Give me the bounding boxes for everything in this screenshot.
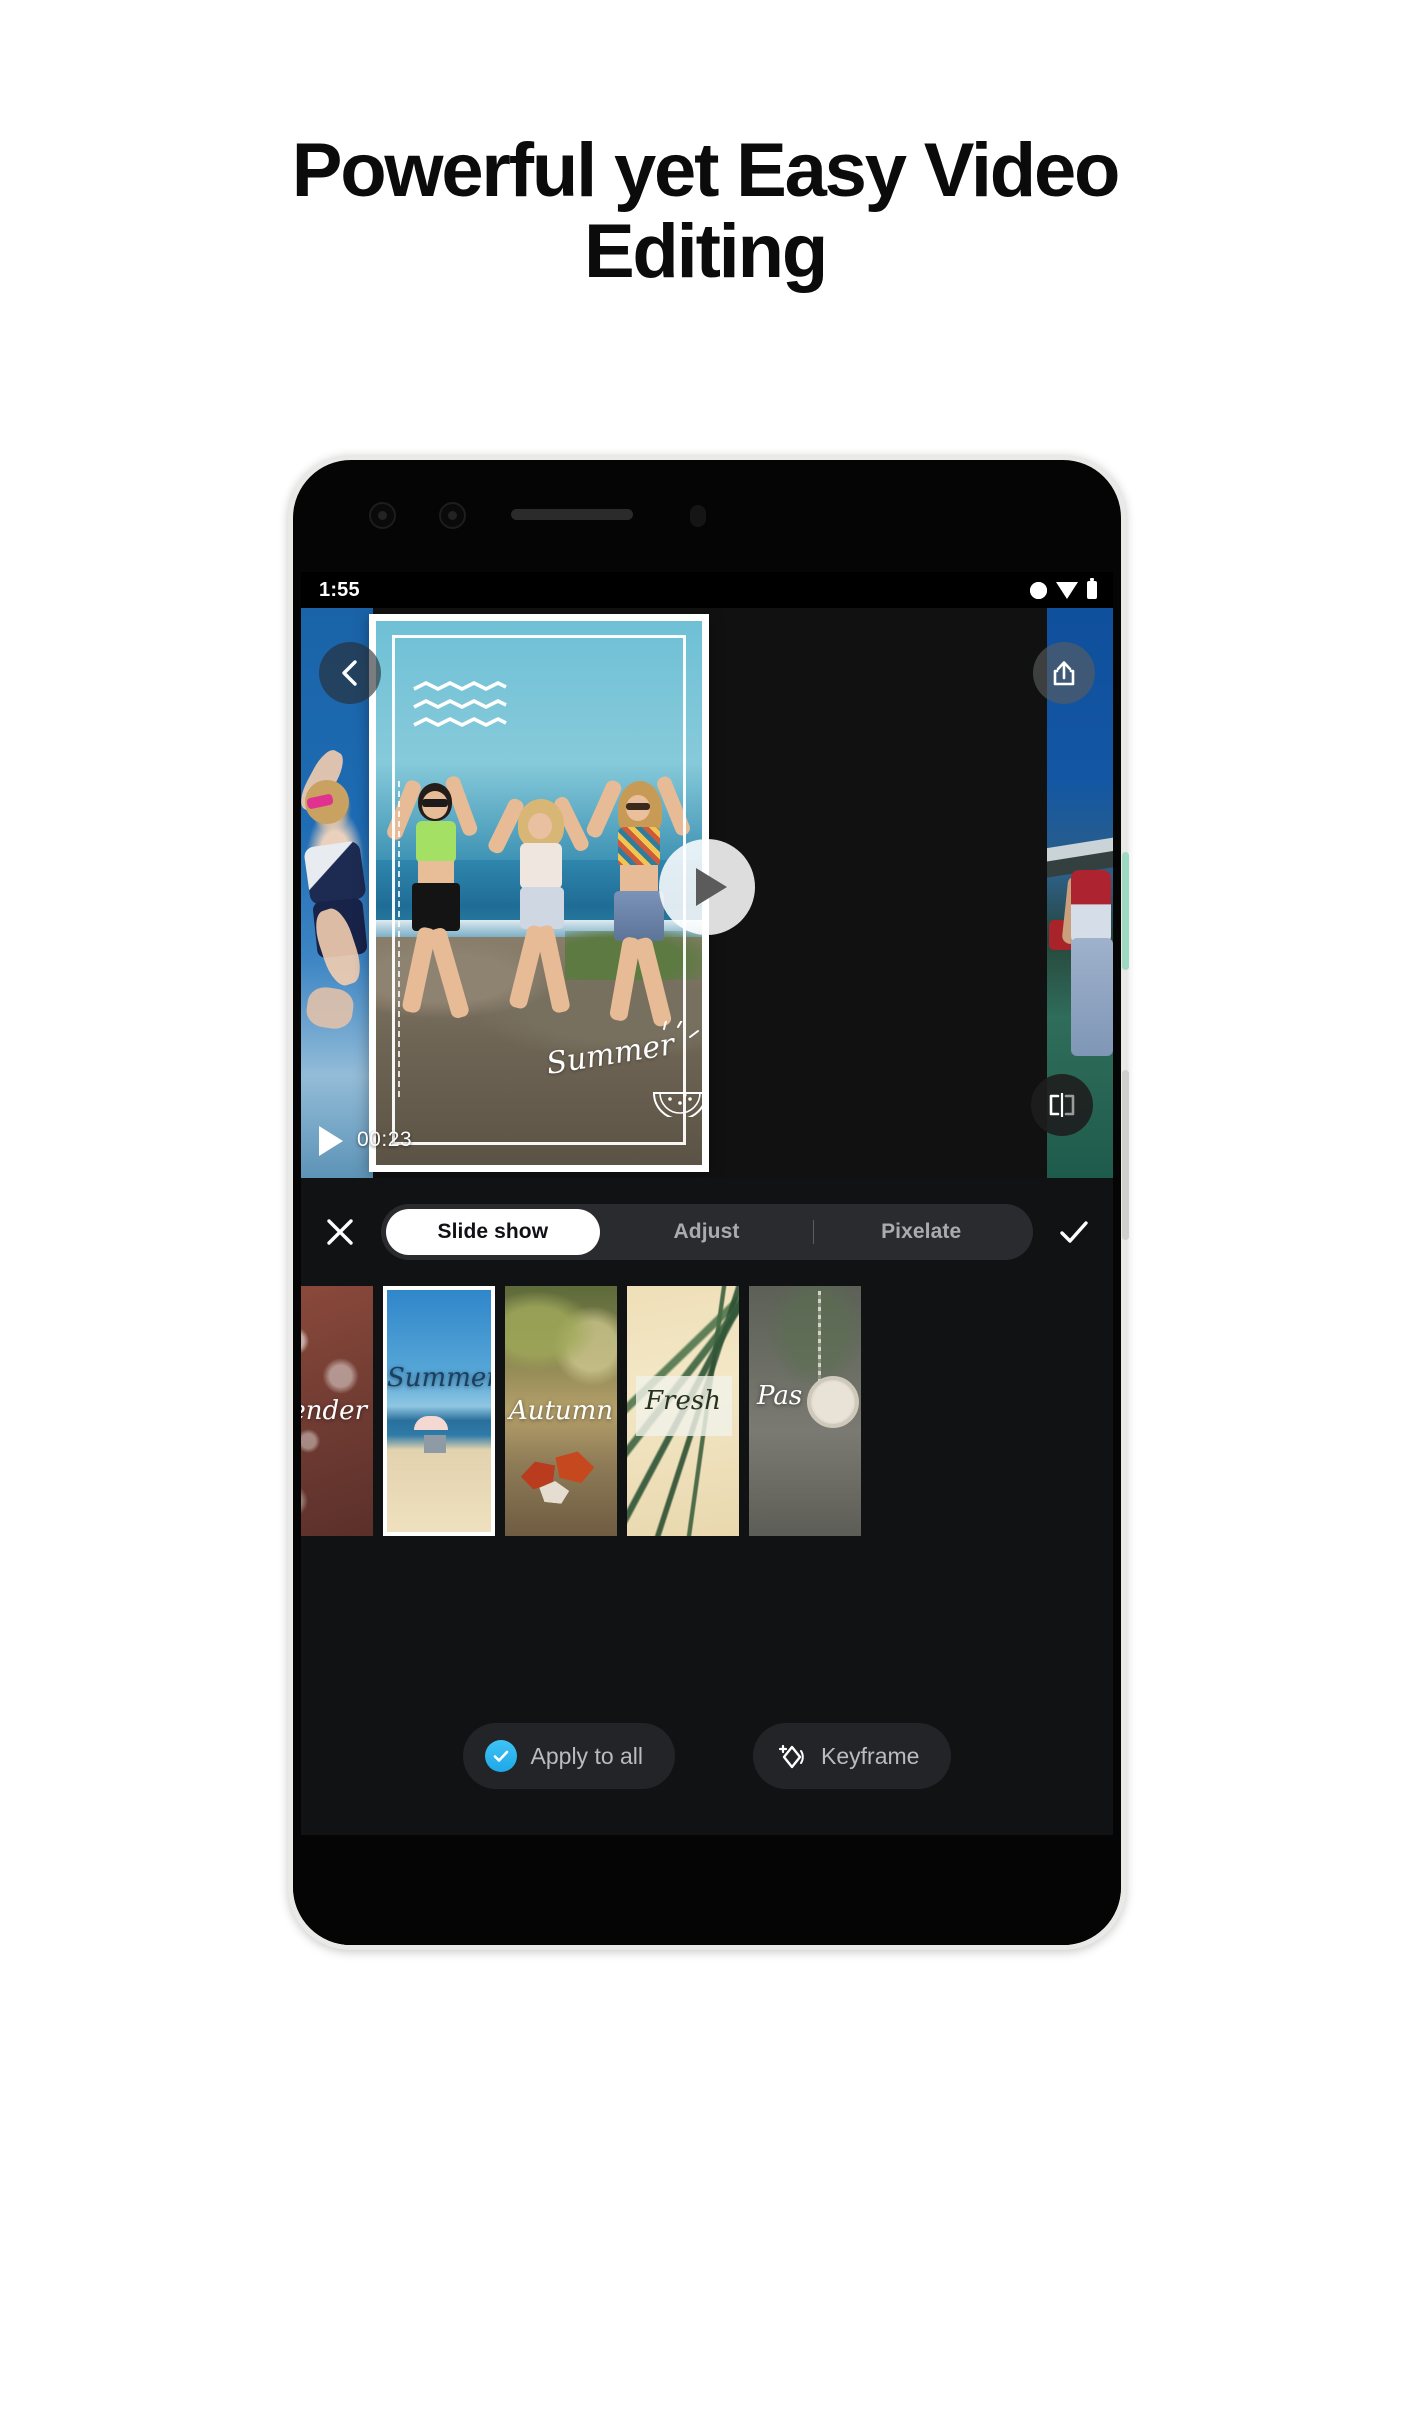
page-title: Powerful yet Easy Video Editing <box>0 130 1410 293</box>
keyframe-button[interactable]: Keyframe <box>753 1723 952 1789</box>
page-title-line-2: Editing <box>583 209 828 295</box>
thumbnail-tender-label: Tender <box>301 1396 367 1426</box>
thumbnail-summer-label: Summer <box>387 1362 495 1393</box>
thumbnail-autumn[interactable]: Autumn <box>505 1286 617 1536</box>
mini-play-button[interactable] <box>319 1126 343 1156</box>
share-button[interactable] <box>1033 642 1095 704</box>
tab-slide-show-label: Slide show <box>437 1220 549 1243</box>
keyframe-diamond-icon <box>775 1740 807 1772</box>
beach-umbrella-decor <box>413 1415 448 1430</box>
tab-adjust-label: Adjust <box>673 1220 740 1243</box>
template-guide-line <box>398 781 400 1097</box>
power-button[interactable] <box>1122 852 1129 970</box>
front-camera-secondary-icon <box>439 502 466 529</box>
editor-toolbar: Slide show Adjust Pixelate <box>301 1178 1113 1286</box>
pocket-watch-chain-decor <box>818 1291 822 1381</box>
tab-slide-show[interactable]: Slide show <box>386 1209 600 1255</box>
tab-adjust[interactable]: Adjust <box>600 1209 814 1255</box>
front-camera-icon <box>369 502 396 529</box>
thumbnail-past[interactable]: Pas <box>749 1286 861 1536</box>
play-button-overlay[interactable] <box>659 839 755 936</box>
proximity-sensor <box>690 505 706 527</box>
compare-split-icon <box>1049 1093 1075 1117</box>
battery-icon <box>1087 578 1097 599</box>
current-slide-card[interactable]: Summer <box>369 614 709 1172</box>
thumbnail-past-label: Pas <box>757 1381 803 1411</box>
confirm-button[interactable] <box>1055 1213 1093 1251</box>
status-bar: 1:55 <box>301 572 1113 608</box>
keyframe-label: Keyframe <box>821 1742 920 1769</box>
status-bar-clock: 1:55 <box>319 578 360 601</box>
share-export-icon <box>1053 661 1075 686</box>
lifeguard-hut-decor <box>423 1435 446 1454</box>
volume-rocker[interactable] <box>1122 1070 1129 1240</box>
mode-tab-group: Slide show Adjust Pixelate <box>381 1204 1033 1260</box>
chevron-left-icon <box>342 660 357 686</box>
thumbnail-summer[interactable]: Summer <box>383 1286 495 1536</box>
contrast-icon <box>1026 577 1051 603</box>
check-circle-icon <box>484 1740 517 1772</box>
close-icon <box>327 1219 353 1245</box>
tab-pixelate[interactable]: Pixelate <box>814 1209 1028 1255</box>
thumbnail-tender[interactable]: Tender <box>301 1286 373 1536</box>
timecode-label: 00:23 <box>357 1128 413 1151</box>
video-preview-stage: Summer 00:23 <box>301 608 1113 1178</box>
compare-button[interactable] <box>1031 1074 1093 1136</box>
phone-mockup: 1:55 Summer 00:23 Slide show Adjust Pixe… <box>288 455 1126 1950</box>
phone-bottom-bezel <box>293 1835 1121 1945</box>
thumbnail-fresh[interactable]: Fresh <box>627 1286 739 1536</box>
summer-overlay-group: Summer <box>544 1021 702 1117</box>
close-button[interactable] <box>321 1213 359 1251</box>
back-button[interactable] <box>319 642 381 704</box>
thumbnail-autumn-label: Autumn <box>508 1396 614 1426</box>
page-title-line-1: Powerful yet Easy Video <box>291 128 1121 213</box>
apply-to-all-label: Apply to all <box>530 1742 644 1769</box>
earpiece-speaker <box>511 509 633 520</box>
watermelon-slice-doodle <box>652 1092 702 1117</box>
tab-pixelate-label: Pixelate <box>881 1220 962 1243</box>
play-icon <box>696 868 727 907</box>
editor-actions: Apply to all Keyframe <box>301 1670 1113 1842</box>
video-frame: Summer <box>376 621 702 1165</box>
template-thumbnail-strip[interactable]: Tender Summer Autumn <box>301 1286 1113 1546</box>
editor-panel: Slide show Adjust Pixelate nder Summer A… <box>301 1178 1113 1842</box>
thumbnail-fresh-label: Fresh <box>645 1386 721 1416</box>
status-bar-icons <box>1026 577 1097 603</box>
autumn-leaf-decor <box>551 1447 597 1486</box>
page-root: Powerful yet Easy Video Editing 1:55 Sum… <box>0 0 1410 2410</box>
apply-to-all-button[interactable]: Apply to all <box>462 1723 676 1789</box>
wifi-icon <box>1056 581 1078 599</box>
check-icon <box>1060 1221 1088 1243</box>
phone-screen: 1:55 Summer 00:23 Slide show Adjust Pixe… <box>301 572 1113 1842</box>
phone-top-bezel <box>293 460 1121 578</box>
phone-body: 1:55 Summer 00:23 Slide show Adjust Pixe… <box>293 460 1121 1945</box>
